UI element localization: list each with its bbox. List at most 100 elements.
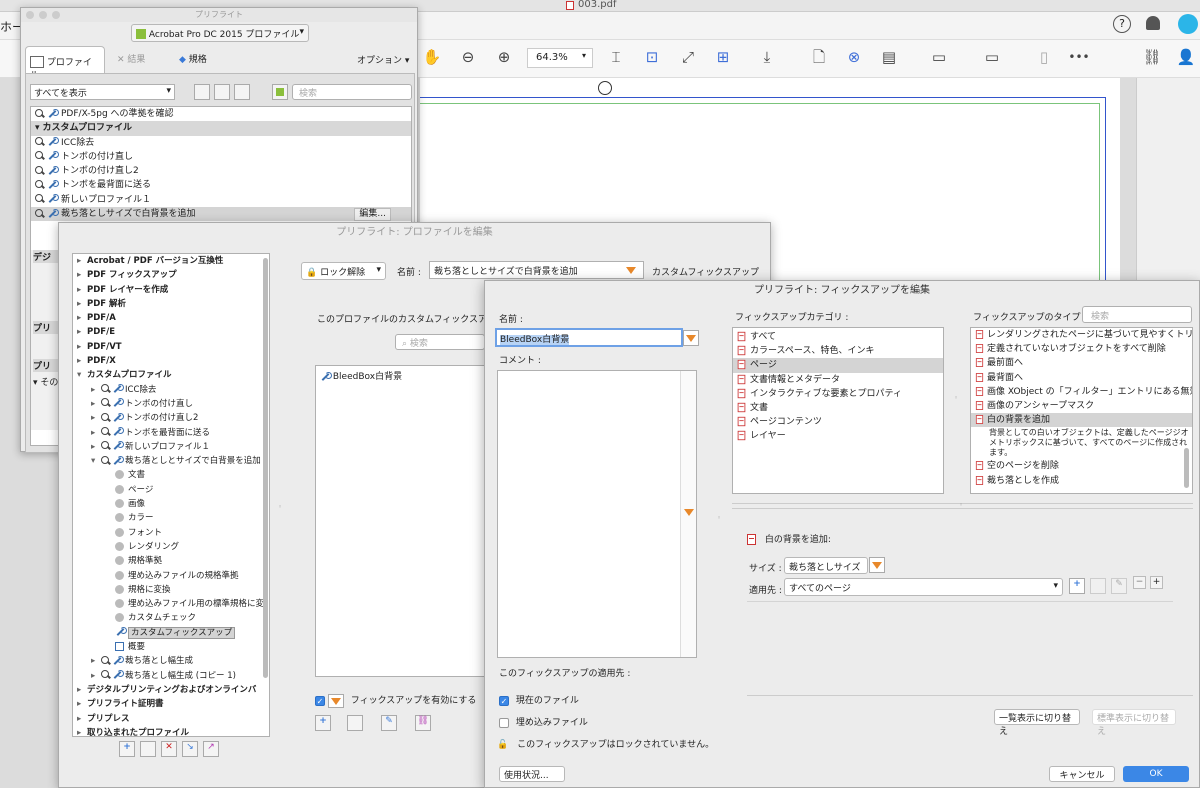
new-fixup-icon[interactable]: +: [315, 715, 331, 731]
profile-name-input[interactable]: 裁ち落としとサイズで白背景を追加: [429, 261, 644, 279]
profile-row[interactable]: トンボの付け直し: [31, 150, 411, 164]
tree-node[interactable]: ▸ 裁ち落とし幅生成 (コピー 1): [73, 669, 269, 683]
tab-profiles[interactable]: プロファイル: [25, 46, 105, 81]
category-item[interactable]: インタラクティブな要素とプロパティ: [733, 387, 943, 401]
tree-node[interactable]: ▸ PDF/E: [73, 325, 269, 339]
delete-profile-icon[interactable]: ✕: [161, 741, 177, 757]
preflight-icon[interactable]: ⊗: [844, 47, 864, 67]
chevron-right-icon[interactable]: ▸: [77, 297, 87, 311]
size-dropdown-icon[interactable]: [869, 557, 885, 573]
compare-icon[interactable]: ▭: [982, 47, 1002, 67]
custom-fixup-item[interactable]: BleedBox白背景: [316, 366, 489, 385]
chevron-right-icon[interactable]: ▸: [91, 440, 101, 454]
profile-row[interactable]: 裁ち落としサイズで白背景を追加 編集...: [31, 207, 411, 222]
type-item[interactable]: 画像のアンシャープマスク: [971, 399, 1192, 413]
category-item[interactable]: ページコンテンツ: [733, 415, 943, 429]
profile-name-dropdown-icon[interactable]: [626, 267, 636, 277]
current-file-option[interactable]: 現在のファイル: [499, 693, 579, 706]
profile-selector[interactable]: Acrobat Pro DC 2015 プロファイル ▾: [131, 24, 309, 42]
fixup-search-input[interactable]: ⌕ 検索: [395, 334, 485, 350]
hand-icon[interactable]: ✋: [422, 47, 442, 67]
tree-node[interactable]: ▸ PDF フィックスアップ: [73, 268, 269, 282]
download-icon[interactable]: ⤓: [757, 47, 777, 67]
chevron-right-icon[interactable]: ▸: [91, 397, 101, 411]
profile-row[interactable]: トンボの付け直し2: [31, 164, 411, 178]
duplicate-profile-icon[interactable]: [140, 741, 156, 757]
profile-row[interactable]: トンボを最背面に送る: [31, 178, 411, 192]
tree-node[interactable]: レンダリング: [73, 540, 269, 554]
splitter-handle-icon[interactable]: ◦: [278, 503, 282, 511]
type-item[interactable]: 白の背景を追加: [971, 413, 1192, 428]
expand-icon[interactable]: ⤢: [678, 47, 698, 67]
category-item[interactable]: レイヤー: [733, 429, 943, 443]
tree-node[interactable]: ▸ 裁ち落とし幅生成: [73, 654, 269, 668]
chevron-right-icon[interactable]: ▸: [91, 411, 101, 425]
chevron-right-icon[interactable]: ▸: [77, 325, 87, 339]
chevron-right-icon[interactable]: ▸: [77, 697, 87, 711]
profile-row[interactable]: PDF/X-5pg への準拠を確認: [31, 107, 411, 121]
tree-node[interactable]: ▸ Acrobat / PDF バージョン互換性: [73, 254, 269, 268]
category-item[interactable]: 文書情報とメタデータ: [733, 373, 943, 387]
zoom-field[interactable]: 64.3% ▾: [527, 48, 593, 68]
lock-select[interactable]: 🔒 ロック解除 ▾: [301, 262, 386, 280]
avatar[interactable]: [1178, 14, 1198, 34]
zoom-window-icon[interactable]: [52, 11, 60, 19]
type-search-input[interactable]: 検索: [1082, 306, 1192, 323]
type-item[interactable]: 定義されていないオブジェクトをすべて削除: [971, 342, 1192, 356]
comment-textarea[interactable]: [497, 370, 697, 658]
type-item[interactable]: 最背面へ: [971, 371, 1192, 385]
chevron-right-icon[interactable]: ▸: [77, 726, 87, 736]
splitter-handle-icon[interactable]: ◦: [954, 394, 958, 402]
tree-node[interactable]: ▾ 裁ち落としとサイズで白背景を追加: [73, 454, 269, 468]
tree-node[interactable]: 規格に変換: [73, 583, 269, 597]
ok-button[interactable]: OK: [1123, 766, 1189, 782]
link-fixup-icon[interactable]: ⛓: [415, 715, 431, 731]
chevron-right-icon[interactable]: ▸: [77, 311, 87, 325]
apply-select[interactable]: すべてのページ ▾: [784, 578, 1063, 596]
tree-node[interactable]: ▸ 取り込まれたプロファイル: [73, 726, 269, 736]
pages-icon[interactable]: ▤: [879, 47, 899, 67]
tree-node[interactable]: 画像: [73, 497, 269, 511]
tree-node[interactable]: ▸ 新しいプロファイル１: [73, 440, 269, 454]
add-page-icon[interactable]: 🗋: [809, 47, 829, 67]
chevron-right-icon[interactable]: ▸: [77, 683, 87, 697]
add-user-icon[interactable]: 👤: [1176, 47, 1196, 67]
preflight-search-input[interactable]: 検索: [292, 84, 412, 100]
type-item[interactable]: レンダリングされたページに基づいて見やすくトリミ: [971, 328, 1192, 342]
copy-condition-icon[interactable]: [1090, 578, 1106, 594]
close-window-icon[interactable]: [26, 11, 34, 19]
tree-node[interactable]: ▸ トンボを最背面に送る: [73, 426, 269, 440]
tree-node[interactable]: ▸ ICC除去: [73, 383, 269, 397]
tree-node[interactable]: 文書: [73, 468, 269, 482]
tree-node[interactable]: ▸ PDF/VT: [73, 340, 269, 354]
comment-dropdown-icon[interactable]: [684, 509, 694, 519]
fixup-name-dropdown-icon[interactable]: [683, 330, 699, 346]
chevron-right-icon[interactable]: ▸: [77, 340, 87, 354]
chevron-right-icon[interactable]: ▸: [77, 712, 87, 726]
list-view-button[interactable]: 一覧表示に切り替え: [994, 709, 1080, 737]
tree-node[interactable]: ▸ PDF 解析: [73, 297, 269, 311]
library-icon[interactable]: [272, 84, 288, 100]
tree-node[interactable]: ページ: [73, 483, 269, 497]
type-item[interactable]: 最前面へ: [971, 356, 1192, 370]
chevron-right-icon[interactable]: ▸: [91, 669, 101, 683]
tree-node[interactable]: ▸ デジタルプリンティングおよびオンラインバ: [73, 683, 269, 697]
layout-icon[interactable]: ⊞: [713, 47, 733, 67]
tree-scrollbar[interactable]: [263, 258, 268, 678]
edit-fixup-icon[interactable]: ✎: [381, 715, 397, 731]
zoom-out-icon[interactable]: ⊖: [458, 47, 478, 67]
tree-node[interactable]: ▾ カスタムプロファイル: [73, 368, 269, 382]
category-item[interactable]: ページ: [733, 358, 943, 373]
usage-button[interactable]: 使用状況...: [499, 766, 565, 782]
chevron-right-icon[interactable]: ▸: [91, 383, 101, 397]
chevron-right-icon[interactable]: ▸: [77, 354, 87, 368]
type-item[interactable]: 裁ち落としを作成: [971, 474, 1192, 488]
chevron-right-icon[interactable]: ▸: [91, 654, 101, 668]
edit-profile-button[interactable]: 編集...: [354, 208, 391, 222]
fit-icon[interactable]: ⊡: [642, 47, 662, 67]
profile-row[interactable]: ▾ カスタムプロファイル: [31, 121, 411, 136]
type-item[interactable]: 画像 XObject の「フィルター」エントリにある無効: [971, 385, 1192, 399]
profile-row[interactable]: 新しいプロファイル１: [31, 193, 411, 207]
tree-node[interactable]: カスタムフィックスアップ: [73, 626, 269, 640]
chevron-right-icon[interactable]: ▸: [77, 283, 87, 297]
